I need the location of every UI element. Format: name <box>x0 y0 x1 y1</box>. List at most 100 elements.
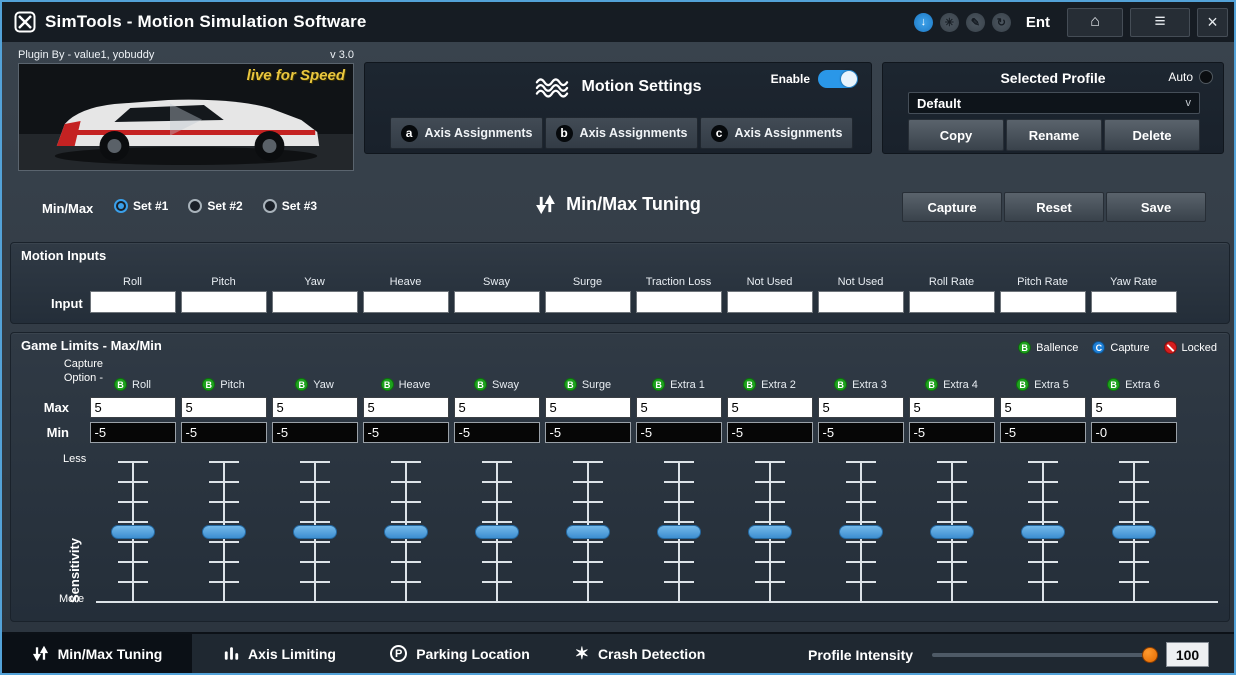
min-value-field[interactable] <box>727 422 813 443</box>
sensitivity-slider[interactable] <box>565 461 611 603</box>
motion-input-field[interactable] <box>454 291 540 313</box>
balance-option-icon[interactable]: B <box>381 378 394 391</box>
max-value-field[interactable] <box>545 397 631 418</box>
settings-icon[interactable]: ✳ <box>940 13 959 32</box>
min-value-field[interactable] <box>909 422 995 443</box>
sensitivity-slider-handle[interactable] <box>384 525 428 539</box>
rename-button[interactable]: Rename <box>1006 119 1102 151</box>
max-value-field[interactable] <box>181 397 267 418</box>
sensitivity-slider[interactable] <box>1111 461 1157 603</box>
balance-option-icon[interactable]: B <box>834 378 847 391</box>
motion-input-field[interactable] <box>272 291 358 313</box>
min-value-field[interactable] <box>818 422 904 443</box>
balance-option-icon[interactable]: B <box>114 378 127 391</box>
motion-input-field[interactable] <box>181 291 267 313</box>
motion-input-field[interactable] <box>1091 291 1177 313</box>
axis-assignments-button[interactable]: a Axis Assignments <box>390 117 543 149</box>
sensitivity-slider-handle[interactable] <box>566 525 610 539</box>
tab-crash-detection[interactable]: ✶ Crash Detection <box>561 634 719 673</box>
sensitivity-slider-handle[interactable] <box>111 525 155 539</box>
capture-button[interactable]: Capture <box>902 192 1002 222</box>
motion-input-field[interactable] <box>363 291 449 313</box>
refresh-icon[interactable]: ↻ <box>992 13 1011 32</box>
min-value-field[interactable] <box>545 422 631 443</box>
profile-intensity-slider[interactable] <box>932 653 1154 657</box>
motion-input-field[interactable] <box>727 291 813 313</box>
motion-input-field[interactable] <box>1000 291 1086 313</box>
min-value-field[interactable] <box>1000 422 1086 443</box>
min-value-field[interactable] <box>363 422 449 443</box>
max-value-field[interactable] <box>1000 397 1086 418</box>
min-value-field[interactable] <box>1091 422 1177 443</box>
menu-button[interactable]: ≡ <box>1130 8 1190 37</box>
delete-button[interactable]: Delete <box>1104 119 1200 151</box>
balance-option-icon[interactable]: B <box>202 378 215 391</box>
sensitivity-slider-handle[interactable] <box>475 525 519 539</box>
balance-option-icon[interactable]: B <box>564 378 577 391</box>
close-button[interactable]: × <box>1197 8 1228 37</box>
motion-input-field[interactable] <box>909 291 995 313</box>
profile-dropdown[interactable]: Default v <box>908 92 1200 114</box>
axis-assignments-button[interactable]: b Axis Assignments <box>545 117 698 149</box>
tab-minmax-tuning[interactable]: Min/Max Tuning <box>2 634 192 673</box>
balance-option-icon[interactable]: B <box>652 378 665 391</box>
max-value-field[interactable] <box>454 397 540 418</box>
max-value-field[interactable] <box>272 397 358 418</box>
home-button[interactable]: ⌂ <box>1067 8 1123 37</box>
sensitivity-slider-handle[interactable] <box>293 525 337 539</box>
sensitivity-slider-handle[interactable] <box>839 525 883 539</box>
axis-assignments-button[interactable]: c Axis Assignments <box>700 117 853 149</box>
max-value-field[interactable] <box>363 397 449 418</box>
sensitivity-slider-handle[interactable] <box>748 525 792 539</box>
max-value-field[interactable] <box>727 397 813 418</box>
balance-option-icon[interactable]: B <box>743 378 756 391</box>
sensitivity-slider[interactable] <box>383 461 429 603</box>
sensitivity-slider[interactable] <box>929 461 975 603</box>
tab-parking-location[interactable]: P Parking Location <box>371 634 549 673</box>
tab-axis-limiting[interactable]: Axis Limiting <box>207 634 353 673</box>
sensitivity-slider-handle[interactable] <box>202 525 246 539</box>
sensitivity-slider[interactable] <box>838 461 884 603</box>
balance-option-icon[interactable]: B <box>474 378 487 391</box>
game-preview-image[interactable]: live for Speed ▶ <box>18 63 354 171</box>
auto-indicator[interactable] <box>1199 70 1213 84</box>
min-value-field[interactable] <box>181 422 267 443</box>
sensitivity-slider[interactable] <box>292 461 338 603</box>
max-value-field[interactable] <box>818 397 904 418</box>
sensitivity-slider[interactable] <box>201 461 247 603</box>
sensitivity-slider[interactable] <box>110 461 156 603</box>
reset-button[interactable]: Reset <box>1004 192 1104 222</box>
edition-label: Ent <box>1026 14 1050 31</box>
copy-button[interactable]: Copy <box>908 119 1004 151</box>
motion-input-field[interactable] <box>545 291 631 313</box>
intensity-slider-knob[interactable] <box>1142 647 1158 663</box>
sensitivity-slider[interactable] <box>474 461 520 603</box>
min-value-field[interactable] <box>454 422 540 443</box>
motion-input-field[interactable] <box>818 291 904 313</box>
motion-input-field[interactable] <box>636 291 722 313</box>
save-button[interactable]: Save <box>1106 192 1206 222</box>
sensitivity-slider-handle[interactable] <box>1021 525 1065 539</box>
min-value-field[interactable] <box>90 422 176 443</box>
balance-option-icon[interactable]: B <box>1016 378 1029 391</box>
max-value-field[interactable] <box>90 397 176 418</box>
balance-option-icon[interactable]: B <box>1107 378 1120 391</box>
edit-icon[interactable]: ✎ <box>966 13 985 32</box>
intensity-value-field[interactable] <box>1166 642 1209 667</box>
download-icon[interactable]: ↓ <box>914 13 933 32</box>
enable-toggle[interactable] <box>818 70 858 88</box>
balance-option-icon[interactable]: B <box>295 378 308 391</box>
sensitivity-slider-handle[interactable] <box>1112 525 1156 539</box>
sensitivity-slider[interactable] <box>656 461 702 603</box>
motion-input-field[interactable] <box>90 291 176 313</box>
sensitivity-slider-handle[interactable] <box>930 525 974 539</box>
max-value-field[interactable] <box>636 397 722 418</box>
sensitivity-slider[interactable] <box>747 461 793 603</box>
sensitivity-slider[interactable] <box>1020 461 1066 603</box>
max-value-field[interactable] <box>909 397 995 418</box>
min-value-field[interactable] <box>272 422 358 443</box>
balance-option-icon[interactable]: B <box>925 378 938 391</box>
min-value-field[interactable] <box>636 422 722 443</box>
sensitivity-slider-handle[interactable] <box>657 525 701 539</box>
max-value-field[interactable] <box>1091 397 1177 418</box>
